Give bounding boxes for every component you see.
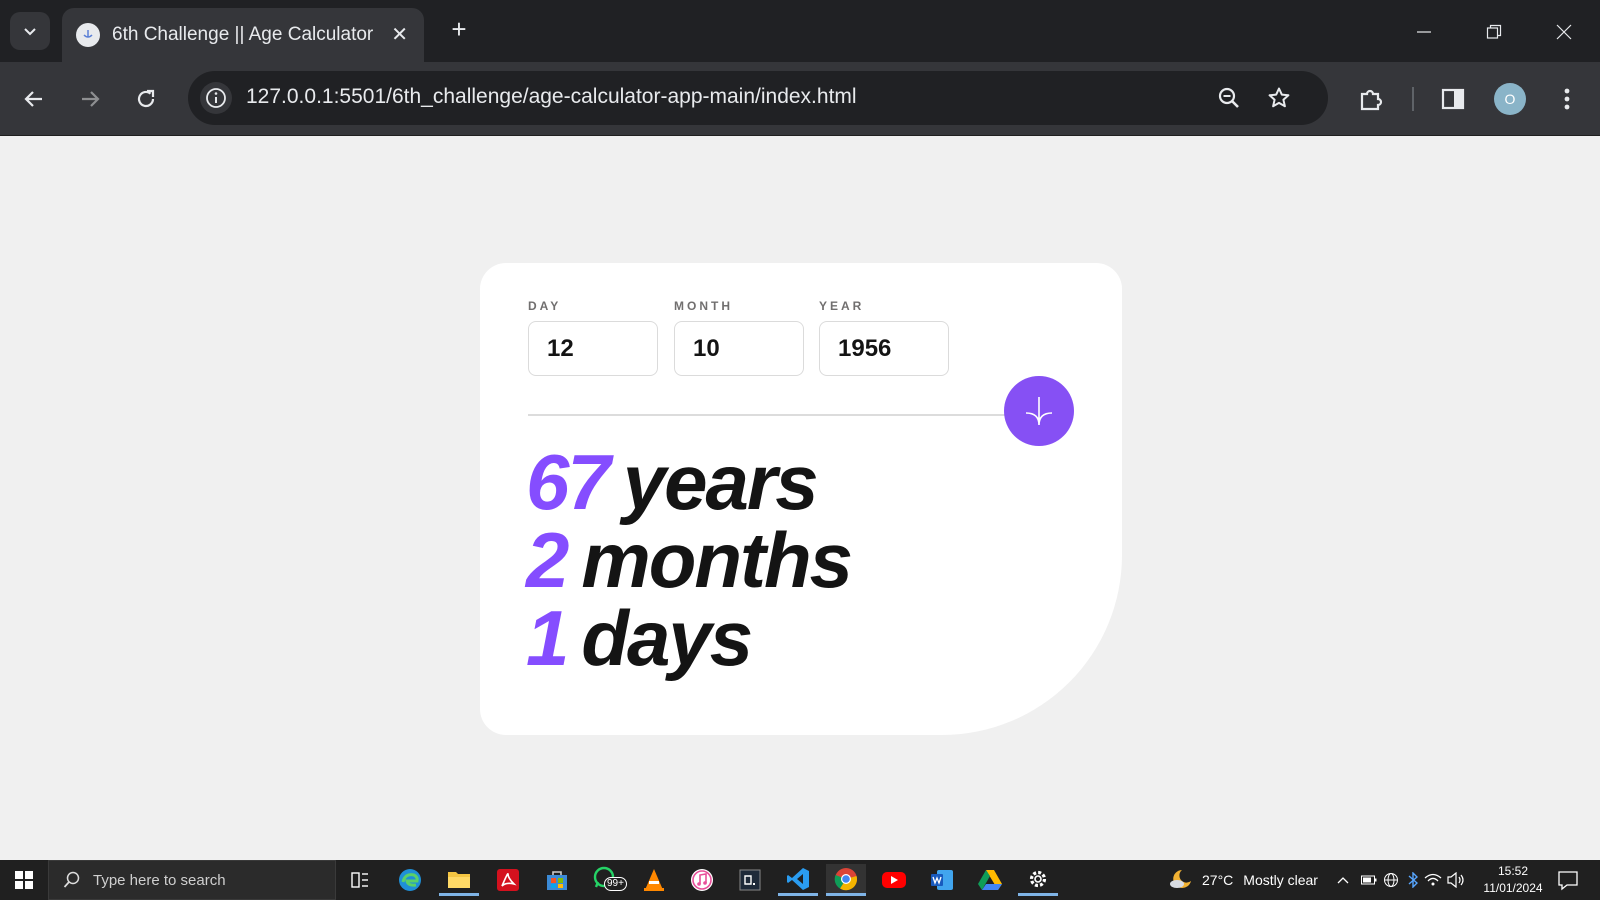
tab-close-icon[interactable]: ✕ (391, 22, 408, 47)
search-icon (63, 871, 80, 888)
clock-date: 11/01/2024 (1483, 881, 1543, 895)
new-tab-button[interactable]: + (444, 14, 474, 45)
windows-logo-icon (15, 871, 33, 889)
bluetooth-icon[interactable] (1403, 870, 1423, 890)
active-tab[interactable]: 6th Challenge || Age Calculator ✕ (62, 8, 424, 62)
chevron-down-icon (24, 28, 36, 36)
day-label: DAY (528, 299, 562, 313)
edge-icon[interactable] (390, 864, 430, 896)
years-result: 67 years (526, 443, 851, 521)
vlc-icon[interactable] (634, 864, 674, 896)
day-input[interactable] (528, 321, 658, 376)
terminal-icon[interactable] (730, 864, 770, 896)
start-button[interactable] (0, 860, 48, 900)
url-text[interactable]: 127.0.0.1:5501/6th_challenge/age-calcula… (246, 85, 857, 109)
year-input[interactable] (819, 321, 949, 376)
arrow-down-icon (1025, 397, 1053, 426)
zoom-icon[interactable] (1214, 83, 1244, 113)
notification-center-button[interactable] (1556, 868, 1580, 892)
day-field: DAY (528, 299, 658, 376)
tab-search-button[interactable] (10, 12, 50, 50)
days-result: 1 days (526, 599, 851, 677)
clock-time: 15:52 (1497, 864, 1529, 878)
bookmark-star-icon[interactable] (1264, 83, 1294, 113)
taskbar-clock[interactable]: 15:52 11/01/2024 (1478, 863, 1548, 897)
restore-button[interactable] (1476, 14, 1512, 50)
month-input[interactable] (674, 321, 804, 376)
close-window-button[interactable] (1546, 14, 1582, 50)
forward-button[interactable] (71, 80, 109, 118)
close-icon (1556, 24, 1572, 40)
volume-icon[interactable] (1446, 870, 1466, 890)
tab-title: 6th Challenge || Age Calculator (112, 24, 374, 45)
minimize-button[interactable] (1406, 14, 1442, 50)
age-calculator-card: DAY MONTH YEAR 67years 2months 1days (480, 263, 1122, 735)
year-label: YEAR (819, 299, 865, 313)
youtube-icon[interactable] (874, 864, 914, 896)
month-field: MONTH (674, 299, 804, 376)
itunes-icon[interactable] (682, 864, 722, 896)
back-button[interactable] (15, 80, 53, 118)
more-vertical-icon (1564, 88, 1570, 110)
puzzle-icon (1360, 89, 1383, 111)
network-globe-icon[interactable] (1381, 870, 1401, 890)
file-explorer-icon[interactable] (439, 864, 479, 896)
reload-icon (137, 89, 155, 108)
search-placeholder: Type here to search (93, 871, 226, 889)
drive-icon[interactable] (970, 864, 1010, 896)
windows-taskbar: Type here to search 99+ 27°C Mostly clea… (0, 860, 1600, 900)
month-label: MONTH (674, 299, 733, 313)
months-value: 2 (526, 516, 569, 604)
side-panel-button[interactable] (1434, 80, 1472, 118)
whatsapp-icon[interactable]: 99+ (586, 864, 627, 896)
site-favicon-icon (76, 23, 100, 47)
site-info-icon[interactable] (200, 82, 232, 114)
weather-widget[interactable]: 27°C Mostly clear (1168, 860, 1318, 900)
extensions-button[interactable] (1352, 80, 1390, 118)
form-divider (528, 414, 1026, 416)
years-unit: years (622, 438, 819, 526)
days-unit: days (581, 594, 753, 682)
task-view-icon[interactable] (340, 864, 380, 896)
minimize-icon (1417, 31, 1431, 33)
whatsapp-badge: 99+ (604, 877, 627, 891)
battery-icon[interactable] (1359, 870, 1379, 890)
year-field: YEAR (819, 299, 949, 376)
store-icon[interactable] (537, 864, 577, 896)
wifi-icon[interactable] (1423, 870, 1443, 890)
acrobat-icon[interactable] (488, 864, 528, 896)
browser-toolbar: 127.0.0.1:5501/6th_challenge/age-calcula… (0, 62, 1600, 136)
reload-button[interactable] (127, 80, 165, 118)
weather-condition: Mostly clear (1243, 872, 1318, 888)
years-value: 67 (526, 438, 611, 526)
toolbar-separator (1412, 87, 1414, 111)
back-arrow-icon (24, 91, 42, 107)
restore-icon (1486, 24, 1502, 39)
profile-avatar[interactable]: O (1494, 83, 1526, 115)
months-unit: months (581, 516, 853, 604)
chrome-icon[interactable] (826, 864, 866, 896)
browser-menu-button[interactable] (1548, 80, 1586, 118)
vscode-icon[interactable] (778, 864, 818, 896)
weather-temp: 27°C (1202, 872, 1234, 888)
show-hidden-icons-icon[interactable] (1333, 870, 1353, 890)
taskbar-search[interactable]: Type here to search (48, 860, 336, 900)
moon-cloud-icon (1170, 870, 1191, 888)
results: 67 years 2 months 1 days (526, 443, 853, 677)
side-panel-icon (1441, 88, 1465, 110)
word-icon[interactable] (922, 864, 962, 896)
months-result: 2 months (526, 521, 853, 599)
forward-arrow-icon (82, 91, 100, 107)
settings-icon[interactable] (1018, 864, 1058, 896)
page-viewport: DAY MONTH YEAR 67years 2months 1days (0, 136, 1600, 860)
calculate-button[interactable] (1004, 376, 1074, 446)
tab-strip: 6th Challenge || Age Calculator ✕ + (0, 0, 1600, 62)
days-value: 1 (526, 594, 569, 682)
notification-icon (1558, 871, 1578, 891)
address-bar[interactable]: 127.0.0.1:5501/6th_challenge/age-calcula… (188, 71, 1328, 125)
